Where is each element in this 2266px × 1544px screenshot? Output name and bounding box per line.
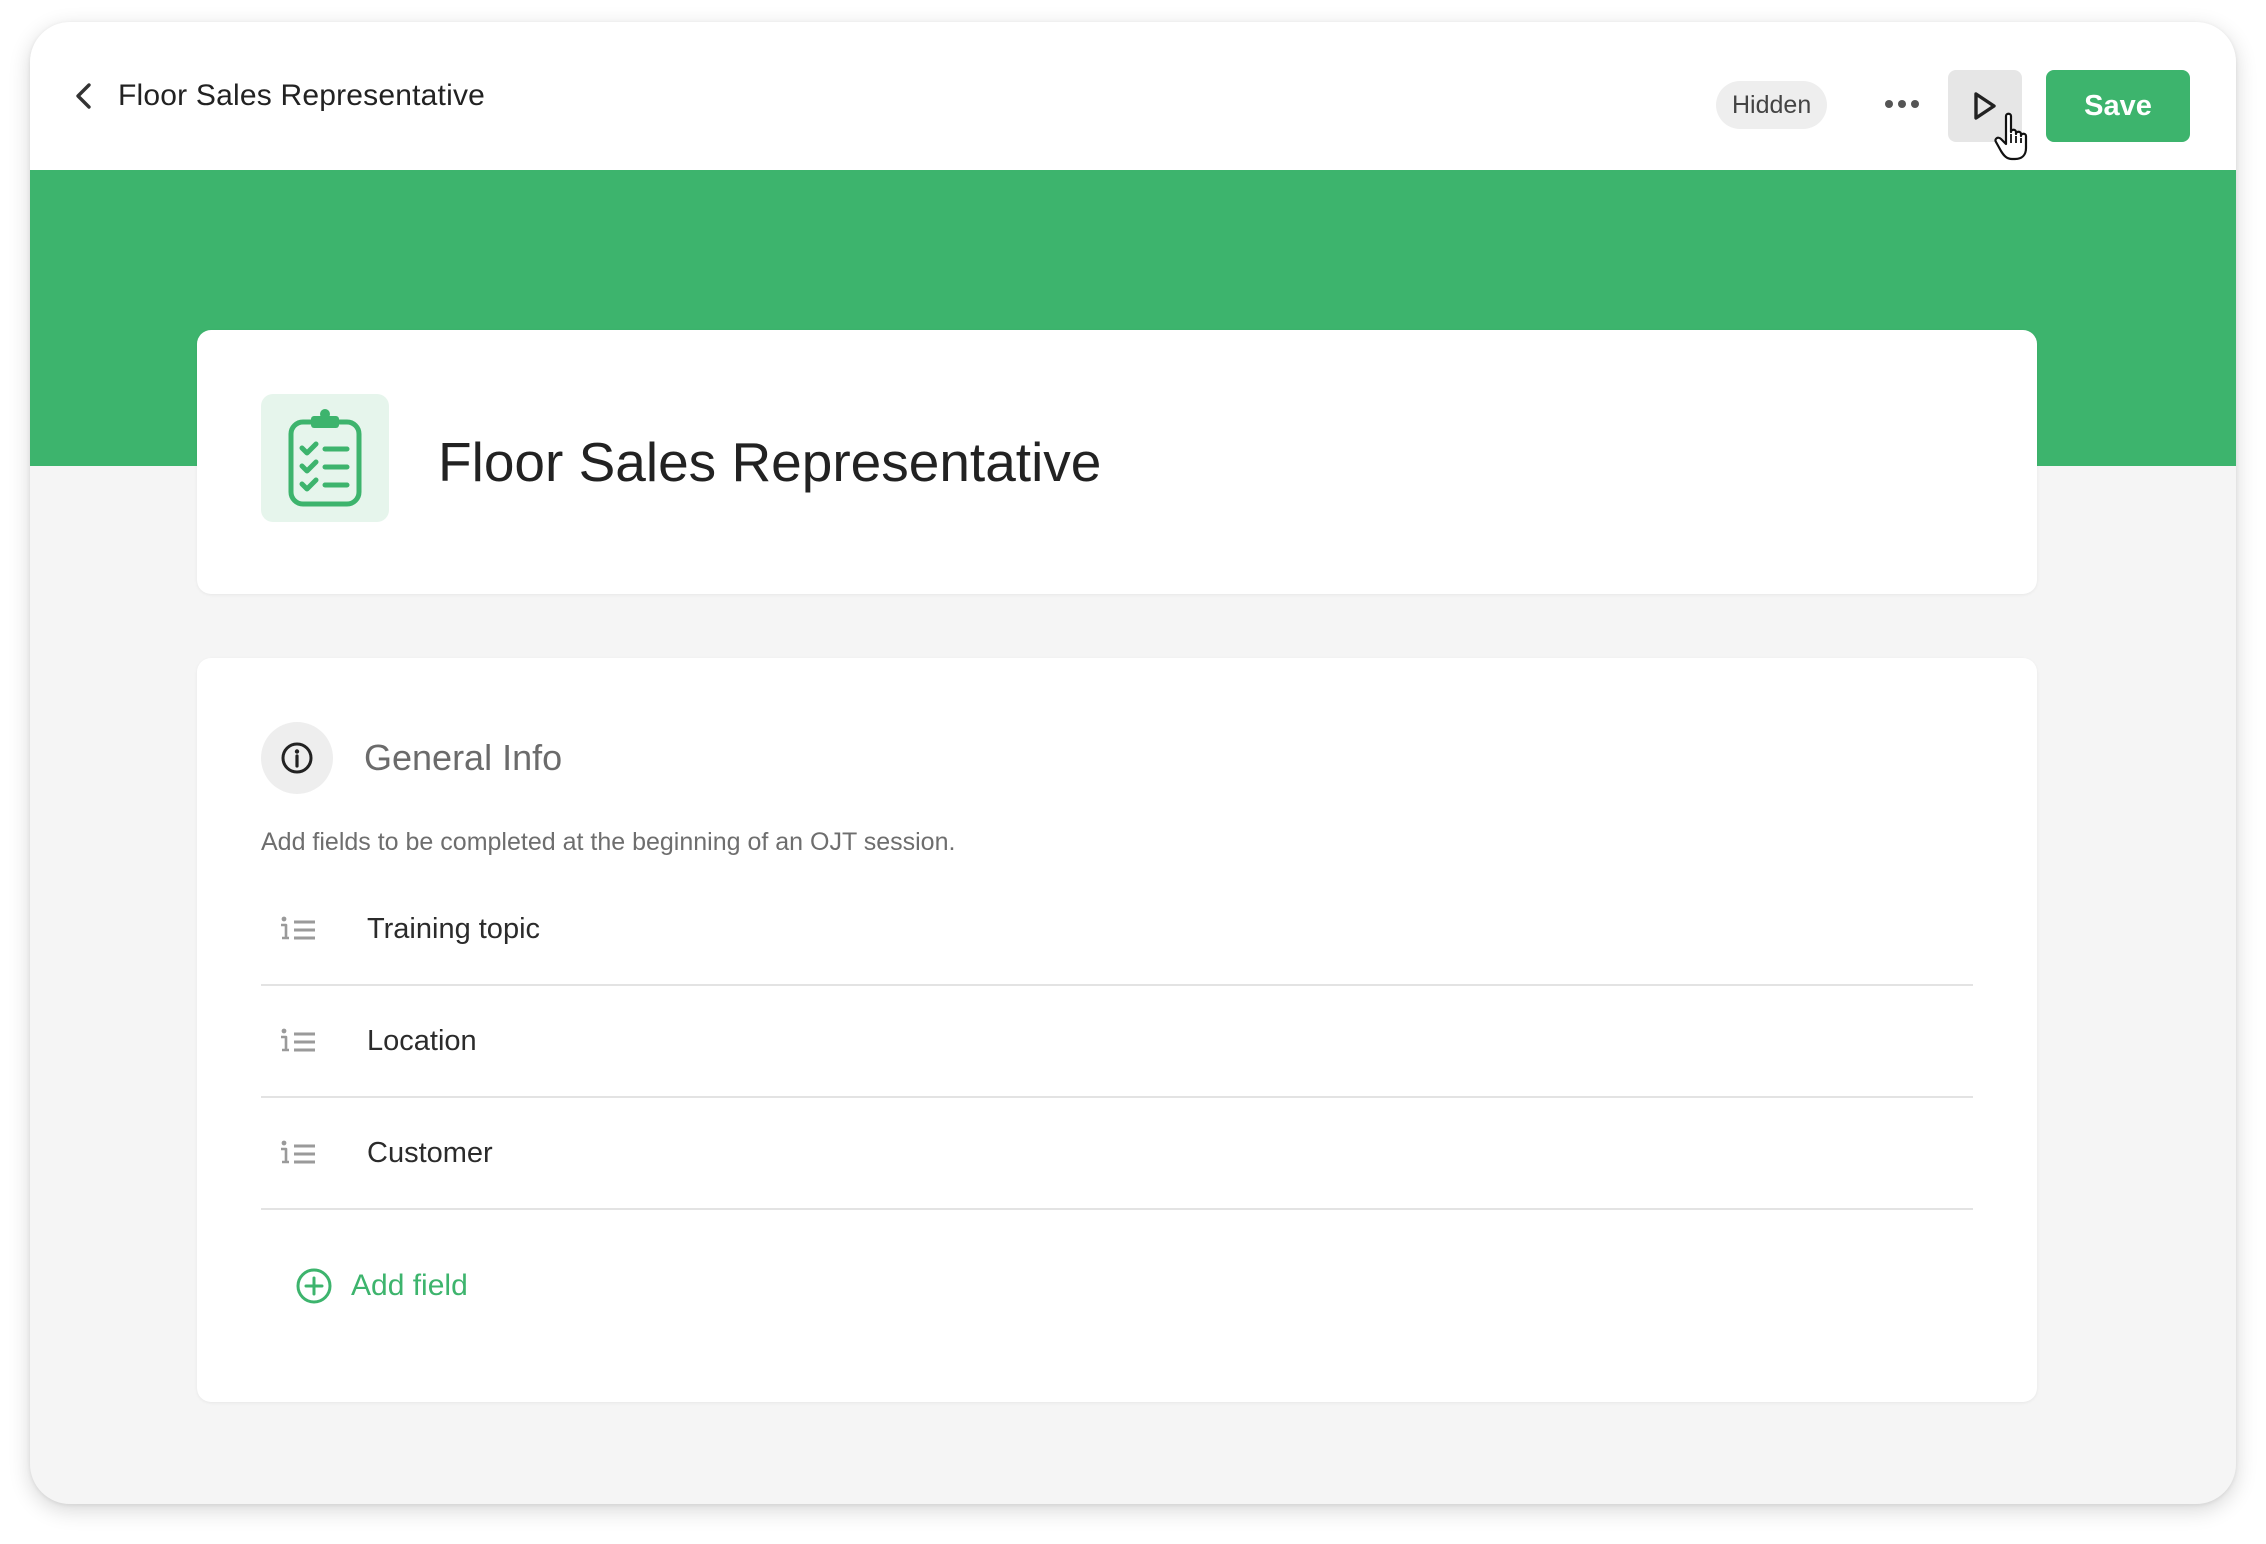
add-field-button[interactable]: Add field bbox=[295, 1262, 468, 1310]
template-title[interactable]: Floor Sales Representative bbox=[438, 330, 1101, 594]
clipboard-checklist-icon bbox=[288, 409, 362, 507]
title-card: Floor Sales Representative bbox=[197, 330, 2037, 594]
field-list: Training topic Location Customer bbox=[261, 874, 1973, 1210]
list-icon bbox=[261, 1140, 335, 1166]
info-icon bbox=[281, 742, 313, 774]
list-icon bbox=[261, 1028, 335, 1054]
field-row-training-topic[interactable]: Training topic bbox=[261, 874, 1973, 986]
back-button[interactable] bbox=[60, 72, 108, 120]
preview-button[interactable] bbox=[1948, 70, 2022, 142]
field-label: Training topic bbox=[367, 912, 541, 945]
more-options-button[interactable] bbox=[1870, 72, 1934, 136]
field-label: Customer bbox=[367, 1136, 493, 1169]
field-row-customer[interactable]: Customer bbox=[261, 1098, 1973, 1210]
play-icon bbox=[1974, 92, 1996, 120]
list-icon bbox=[261, 916, 335, 942]
top-bar: Floor Sales Representative Hidden Save bbox=[30, 22, 2236, 170]
more-horizontal-icon bbox=[1885, 100, 1919, 108]
section-description: Add fields to be completed at the beginn… bbox=[261, 828, 956, 856]
status-badge[interactable]: Hidden bbox=[1716, 81, 1828, 129]
plus-circle-icon bbox=[296, 1268, 332, 1304]
page-title: Floor Sales Representative bbox=[118, 79, 486, 112]
chevron-left-icon bbox=[76, 83, 91, 109]
add-field-label: Add field bbox=[351, 1269, 468, 1302]
app-window: Floor Sales Representative Hidden Save F… bbox=[30, 22, 2236, 1504]
info-icon-badge bbox=[261, 722, 333, 794]
clipboard-tile bbox=[261, 394, 389, 522]
general-info-card: General Info Add fields to be completed … bbox=[197, 658, 2037, 1402]
section-title: General Info bbox=[364, 737, 563, 778]
field-label: Location bbox=[367, 1024, 477, 1057]
field-row-location[interactable]: Location bbox=[261, 986, 1973, 1098]
save-button[interactable]: Save bbox=[2046, 70, 2190, 142]
